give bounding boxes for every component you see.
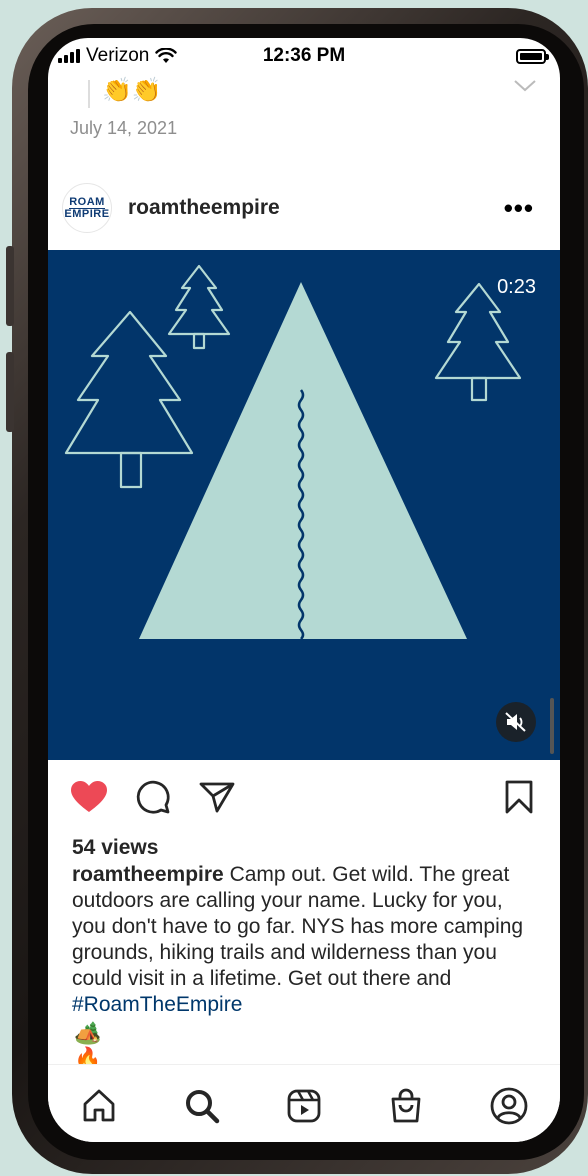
view-count[interactable]: 54 views <box>72 836 158 860</box>
reels-icon[interactable] <box>283 1085 325 1127</box>
bookmark-icon[interactable] <box>498 776 540 818</box>
scroll-indicator <box>550 698 554 754</box>
shop-icon[interactable] <box>385 1085 427 1127</box>
post-video[interactable]: 0:23 <box>48 250 560 760</box>
share-icon[interactable] <box>196 776 238 818</box>
search-icon[interactable] <box>181 1085 223 1127</box>
reply-thread-line <box>88 80 90 108</box>
post-actions <box>68 776 540 818</box>
previous-post-date: July 14, 2021 <box>70 118 178 138</box>
chevron-down-icon[interactable] <box>514 76 536 97</box>
comment-icon[interactable] <box>132 776 174 818</box>
avatar[interactable]: ROAM EMPIRE <box>62 183 112 233</box>
tent-illustration <box>64 264 522 640</box>
post-header: ROAM EMPIRE roamtheempire ••• <box>62 182 542 234</box>
speaker-muted-icon <box>505 712 526 732</box>
avatar-logo-line-1: ROAM <box>69 195 105 209</box>
post-username[interactable]: roamtheempire <box>128 196 280 220</box>
more-options-button[interactable]: ••• <box>504 193 534 224</box>
status-bar: Verizon 12:36 PM <box>48 38 560 74</box>
caption-hashtag[interactable]: #RoamTheEmpire <box>72 993 242 1016</box>
volume-down-button <box>6 352 14 432</box>
caption-username[interactable]: roamtheempire <box>72 863 224 886</box>
status-time: 12:36 PM <box>262 45 346 66</box>
bottom-tab-bar <box>48 1064 560 1142</box>
heart-icon[interactable] <box>68 776 110 818</box>
volume-up-button <box>6 246 14 326</box>
profile-icon[interactable] <box>488 1085 530 1127</box>
battery-icon <box>516 48 549 64</box>
previous-comment-emoji: 👏👏 <box>102 77 162 104</box>
app-screen: Verizon 12:36 PM 👏👏 July 14, 2021 ROAM E… <box>48 38 560 1142</box>
home-icon[interactable] <box>78 1085 120 1127</box>
wifi-icon <box>155 48 178 63</box>
video-timer: 0:23 <box>497 276 536 298</box>
avatar-logo-line-2: EMPIRE <box>64 207 110 220</box>
post-caption: roamtheempire Camp out. Get wild. The gr… <box>72 862 542 1018</box>
tent-emoji: 🏕️ <box>74 1020 102 1045</box>
mute-button[interactable] <box>496 702 536 742</box>
signal-icon <box>58 49 80 63</box>
carrier-label: Verizon <box>86 45 150 66</box>
